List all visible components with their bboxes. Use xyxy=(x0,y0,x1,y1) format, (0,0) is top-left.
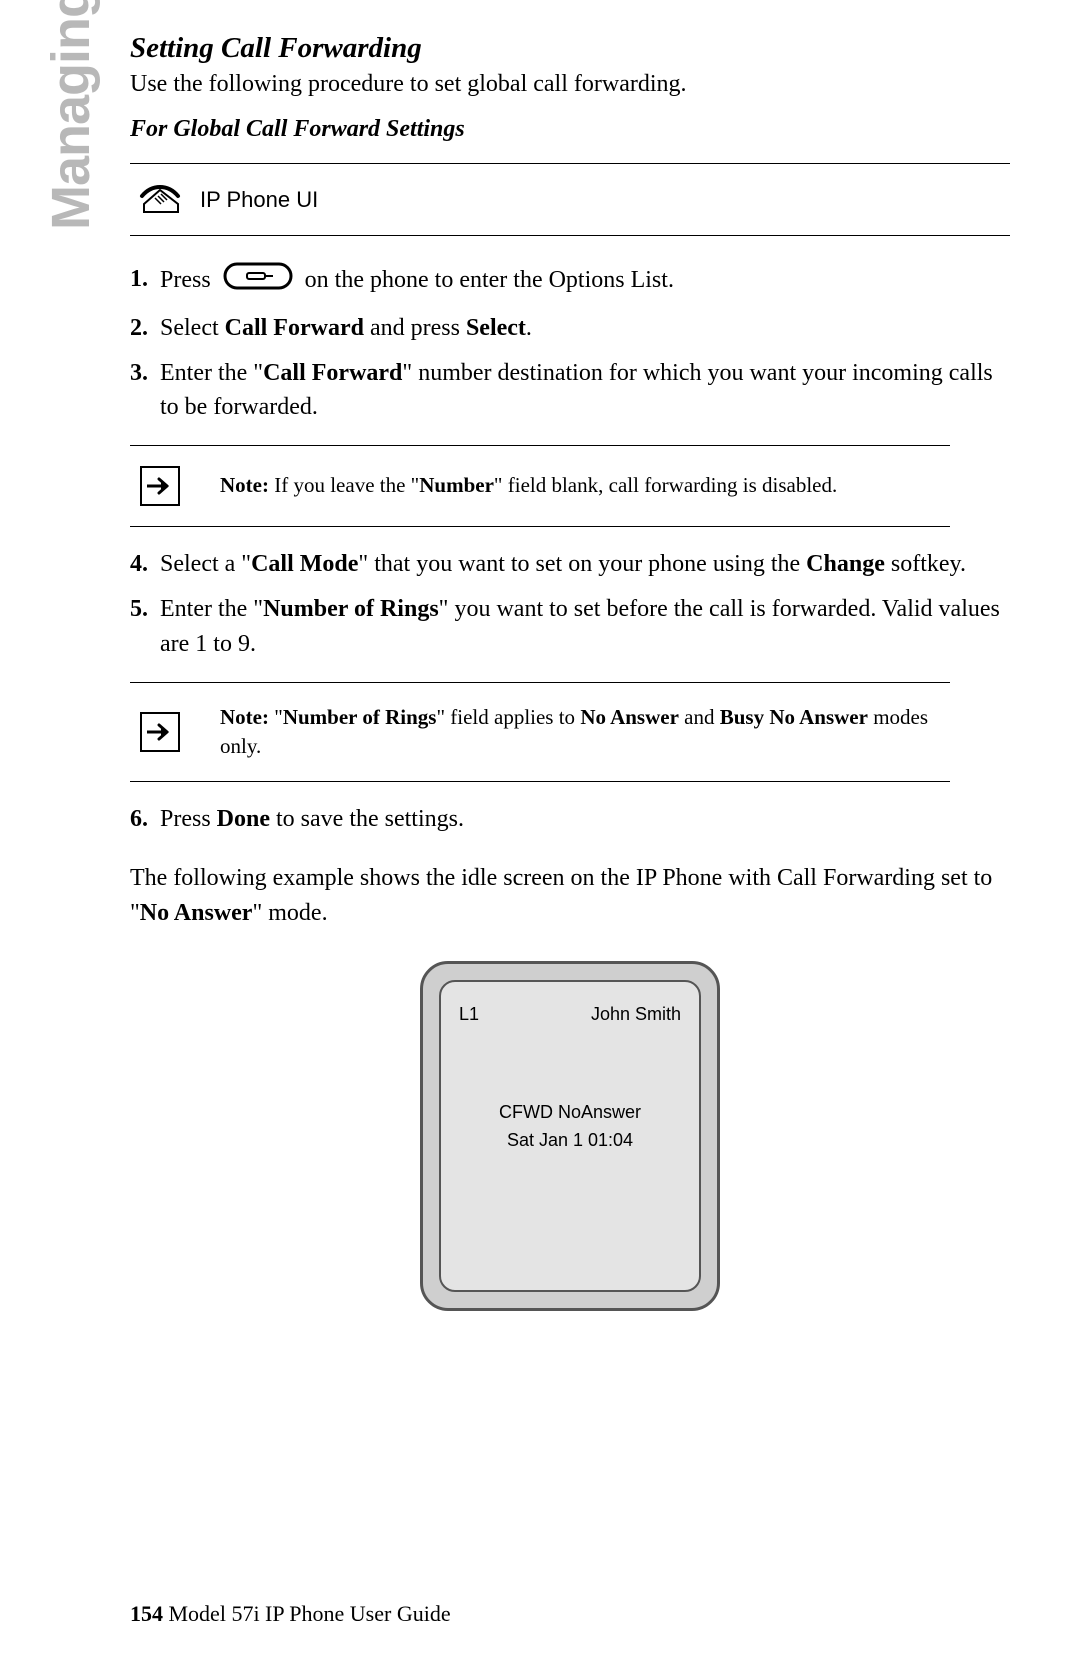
text: and press xyxy=(364,315,466,341)
bold: Call Forward xyxy=(263,360,402,386)
step-body: Select Call Forward and press Select. xyxy=(160,311,1010,346)
text: Select a " xyxy=(160,551,251,577)
steps-list: 1. Press on the phone to enter the Optio… xyxy=(130,236,1010,837)
text: Press xyxy=(160,806,217,832)
bold: Number of Rings xyxy=(283,705,437,729)
step-body: Press Done to save the settings. xyxy=(160,802,1010,837)
note-1: Note: If you leave the "Number" field bl… xyxy=(130,445,950,527)
ui-context-label: IP Phone UI xyxy=(200,187,318,213)
text: on the phone to enter the Options List. xyxy=(305,267,674,293)
text: Enter the " xyxy=(160,596,263,622)
chapter-side-tab: Managing Calls xyxy=(40,0,102,230)
section-heading: Setting Call Forwarding xyxy=(130,32,1010,65)
screen-user-name: John Smith xyxy=(591,1004,681,1025)
text: " xyxy=(269,705,283,729)
step-number: 6. xyxy=(130,802,160,837)
note-text: Note: If you leave the "Number" field bl… xyxy=(220,471,837,500)
text: If you leave the " xyxy=(269,473,419,497)
note-text: Note: "Number of Rings" field applies to… xyxy=(220,703,950,762)
step-body: Select a "Call Mode" that you want to se… xyxy=(160,547,1010,582)
page-content: Setting Call Forwarding Use the followin… xyxy=(130,32,1010,1311)
text: Press xyxy=(160,267,211,293)
bold: Change xyxy=(806,551,885,577)
text: Select xyxy=(160,315,225,341)
bold: Number xyxy=(419,473,494,497)
bold: Note: xyxy=(220,473,269,497)
screen-datetime: Sat Jan 1 01:04 xyxy=(441,1130,699,1151)
step-6: 6. Press Done to save the settings. xyxy=(130,802,1010,837)
bold: Select xyxy=(466,315,526,341)
step-body: Press on the phone to enter the Options … xyxy=(160,262,1010,301)
note-2: Note: "Number of Rings" field applies to… xyxy=(130,682,950,783)
step-number: 5. xyxy=(130,592,160,662)
step-2: 2. Select Call Forward and press Select. xyxy=(130,311,1010,346)
step-number: 1. xyxy=(130,262,160,301)
page-footer: 154 Model 57i IP Phone User Guide xyxy=(130,1601,451,1627)
bold: No Answer xyxy=(580,705,679,729)
text: softkey. xyxy=(885,551,966,577)
bold: No Answer xyxy=(140,900,253,926)
example-paragraph: The following example shows the idle scr… xyxy=(130,861,1010,931)
bold: Call Forward xyxy=(225,315,364,341)
footer-title: Model 57i IP Phone User Guide xyxy=(163,1601,451,1626)
bold: Busy No Answer xyxy=(720,705,868,729)
divider xyxy=(130,781,950,782)
options-key-icon xyxy=(223,262,293,301)
text: to save the settings. xyxy=(270,806,464,832)
screen-line-indicator: L1 xyxy=(459,1004,479,1025)
section-intro: Use the following procedure to set globa… xyxy=(130,71,1010,98)
section-subheading: For Global Call Forward Settings xyxy=(130,116,1010,143)
text: Enter the " xyxy=(160,360,263,386)
phone-bezel: L1 John Smith CFWD NoAnswer Sat Jan 1 01… xyxy=(420,961,720,1311)
ui-context-row: IP Phone UI xyxy=(130,164,1010,235)
phone-screen: L1 John Smith CFWD NoAnswer Sat Jan 1 01… xyxy=(439,980,701,1292)
arrow-right-icon xyxy=(140,712,180,752)
screen-cfwd-status: CFWD NoAnswer xyxy=(441,1102,699,1123)
page-number: 154 xyxy=(130,1601,163,1626)
step-body: Enter the "Number of Rings" you want to … xyxy=(160,592,1010,662)
text: . xyxy=(526,315,532,341)
phone-icon xyxy=(138,178,182,221)
text: " mode. xyxy=(252,900,327,926)
step-5: 5. Enter the "Number of Rings" you want … xyxy=(130,592,1010,662)
bold: Call Mode xyxy=(251,551,358,577)
text: " field blank, call forwarding is disabl… xyxy=(494,473,837,497)
bold: Done xyxy=(217,806,270,832)
bold: Note: xyxy=(220,705,269,729)
text: and xyxy=(679,705,720,729)
step-body: Enter the "Call Forward" number destinat… xyxy=(160,356,1010,426)
step-4: 4. Select a "Call Mode" that you want to… xyxy=(130,547,1010,582)
step-3: 3. Enter the "Call Forward" number desti… xyxy=(130,356,1010,426)
step-number: 3. xyxy=(130,356,160,426)
arrow-right-icon xyxy=(140,466,180,506)
bold: Number of Rings xyxy=(263,596,439,622)
divider xyxy=(130,526,950,527)
phone-screen-figure: L1 John Smith CFWD NoAnswer Sat Jan 1 01… xyxy=(420,961,720,1311)
step-number: 2. xyxy=(130,311,160,346)
step-number: 4. xyxy=(130,547,160,582)
step-1: 1. Press on the phone to enter the Optio… xyxy=(130,262,1010,301)
text: " field applies to xyxy=(436,705,580,729)
text: " that you want to set on your phone usi… xyxy=(358,551,806,577)
